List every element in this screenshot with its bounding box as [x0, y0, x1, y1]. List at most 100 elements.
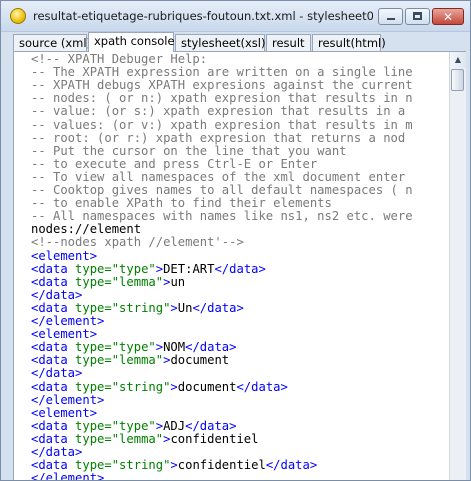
code-token: <data: [31, 340, 76, 355]
code-token: <data: [31, 300, 76, 315]
code-line[interactable]: -- root: (or r:) xpath expresion that re…: [31, 130, 406, 145]
code-token: </element>: [31, 471, 105, 481]
code-token: </data>: [185, 418, 237, 433]
code-token: -- To view all namespaces of the xml doc…: [31, 169, 406, 184]
code-token: -- Cooktop gives names to all default na…: [31, 183, 413, 197]
code-token: DET:ART: [163, 261, 215, 276]
code-line[interactable]: -- The XPATH expression are written on a…: [31, 66, 413, 79]
code-token: <!--nodes xpath //element'-->: [31, 235, 244, 250]
code-token: "lemma": [111, 274, 164, 289]
close-icon: ✕: [442, 9, 454, 24]
window-title: resultat-etiquetage-rubriques-foutoun.tx…: [33, 9, 373, 23]
code-line[interactable]: <data type="string">document</data>: [31, 379, 288, 394]
code-line[interactable]: <data type="string">confidentiel</data>: [31, 459, 317, 472]
code-token: </data>: [31, 287, 83, 302]
code-token: -- values: (or v:) xpath expresion that …: [31, 117, 413, 132]
code-token: "type": [111, 340, 156, 355]
title-bar[interactable]: resultat-etiquetage-rubriques-foutoun.tx…: [1, 1, 470, 32]
code-line[interactable]: -- to execute and press Ctrl-E or Enter: [31, 157, 317, 171]
scroll-up-icon[interactable]: ▲: [450, 52, 466, 68]
scrollbar-thumb[interactable]: [451, 69, 464, 91]
tab-xpath-console[interactable]: xpath console: [88, 32, 175, 52]
app-window: resultat-etiquetage-rubriques-foutoun.tx…: [0, 0, 471, 481]
code-token: document: [170, 353, 230, 368]
code-token: </element>: [31, 392, 105, 407]
code-line[interactable]: <element>: [31, 406, 97, 420]
code-line[interactable]: -- Cooktop gives names to all default na…: [31, 184, 413, 197]
code-token: <element>: [31, 327, 98, 342]
code-line[interactable]: -- values: (or v:) xpath expresion that …: [31, 117, 413, 132]
code-token: nodes://element: [31, 222, 142, 237]
code-token: un: [170, 274, 186, 289]
tab-source-xml[interactable]: source (xml): [13, 34, 91, 51]
code-token: <data: [31, 431, 76, 446]
code-token: "string": [111, 300, 171, 315]
code-line[interactable]: -- value: (or s:) xpath expresion that r…: [31, 105, 405, 118]
tab-stylesheet-xsl[interactable]: stylesheet(xsl): [175, 34, 265, 51]
code-token: "string": [111, 458, 171, 473]
xpath-editor[interactable]: <!-- XPATH Debuger Help: -- The XPATH exp…: [14, 52, 449, 481]
code-token: -- All namespaces with names like ns1, n…: [31, 209, 413, 224]
code-line[interactable]: -- All namespaces with names like ns1, n…: [31, 210, 413, 223]
code-token: <data: [31, 274, 76, 289]
tab-result[interactable]: result: [266, 34, 311, 51]
code-line[interactable]: <data type="type">DET:ART</data>: [31, 261, 266, 276]
code-line[interactable]: <data type="type">NOM</data>: [31, 341, 236, 354]
code-token: NOM: [163, 340, 186, 355]
code-line[interactable]: <element>: [31, 328, 97, 341]
code-line[interactable]: </element>: [31, 392, 105, 407]
minimize-icon: [387, 18, 395, 20]
tab-result-html[interactable]: result(html): [312, 34, 386, 51]
code-token: </data>: [31, 445, 83, 459]
code-line[interactable]: <data type="lemma">confidentiel: [31, 431, 259, 446]
code-line[interactable]: -- To view all namespaces of the xml doc…: [31, 169, 406, 184]
maximize-icon: [413, 12, 422, 20]
code-token: -- nodes: ( or n:) xpath expresion that …: [31, 91, 413, 106]
close-button[interactable]: ✕: [432, 8, 464, 25]
code-token: <data: [31, 458, 76, 473]
code-line[interactable]: nodes://element: [31, 223, 141, 236]
code-token: >: [155, 418, 164, 433]
code-line[interactable]: -- to enable XPath to find their element…: [31, 197, 332, 210]
code-token: </data>: [214, 261, 266, 276]
code-token: type=: [75, 340, 112, 355]
code-token: type=: [75, 379, 112, 394]
code-token: </data>: [185, 340, 237, 355]
code-line[interactable]: <!--nodes xpath //element'-->: [31, 236, 244, 249]
code-token: type=: [75, 353, 112, 368]
code-line[interactable]: </element>: [31, 471, 105, 481]
code-line[interactable]: </element>: [31, 315, 104, 328]
xpath-console-panel: <!-- XPATH Debuger Help: -- The XPATH exp…: [13, 51, 466, 481]
code-token: <data: [31, 379, 76, 394]
code-line[interactable]: </data>: [31, 367, 82, 380]
code-token: "lemma": [111, 353, 164, 368]
code-token: type=: [75, 300, 112, 315]
maximize-button[interactable]: [405, 8, 430, 25]
code-token: >: [170, 379, 178, 394]
code-line[interactable]: -- nodes: ( or n:) xpath expresion that …: [31, 92, 413, 105]
code-line[interactable]: <data type="lemma">document: [31, 354, 229, 367]
code-token: -- value: (or s:) xpath expresion that r…: [31, 104, 406, 119]
code-line[interactable]: -- XPATH debugs XPATH expresions against…: [31, 79, 413, 92]
code-line[interactable]: </data>: [31, 287, 83, 302]
code-line[interactable]: <data type="lemma">un: [31, 274, 186, 289]
code-token: >: [170, 458, 178, 473]
code-token: -- to enable XPath to find their element…: [31, 196, 332, 211]
code-token: -- The XPATH expression are written on a…: [31, 65, 413, 80]
code-line[interactable]: <data type="type">ADJ</data>: [31, 418, 237, 433]
code-token: type=: [75, 418, 112, 433]
vertical-scrollbar[interactable]: ▲: [449, 52, 466, 480]
code-line[interactable]: -- Put the cursor on the line that you w…: [31, 143, 347, 158]
code-line[interactable]: </data>: [31, 446, 82, 459]
code-token: </data>: [192, 300, 244, 315]
code-token: -- Put the cursor on the line that you w…: [31, 143, 347, 158]
code-token: ADJ: [163, 418, 186, 433]
code-line[interactable]: <data type="string">Un</data>: [31, 300, 244, 315]
code-token: </data>: [236, 379, 288, 394]
code-token: "type": [111, 261, 156, 276]
code-token: -- root: (or r:) xpath expresion that re…: [31, 130, 406, 145]
code-token: </element>: [31, 314, 105, 328]
code-line[interactable]: <element>: [31, 249, 97, 263]
code-line[interactable]: <!-- XPATH Debuger Help:: [31, 53, 207, 66]
minimize-button[interactable]: [378, 8, 403, 25]
